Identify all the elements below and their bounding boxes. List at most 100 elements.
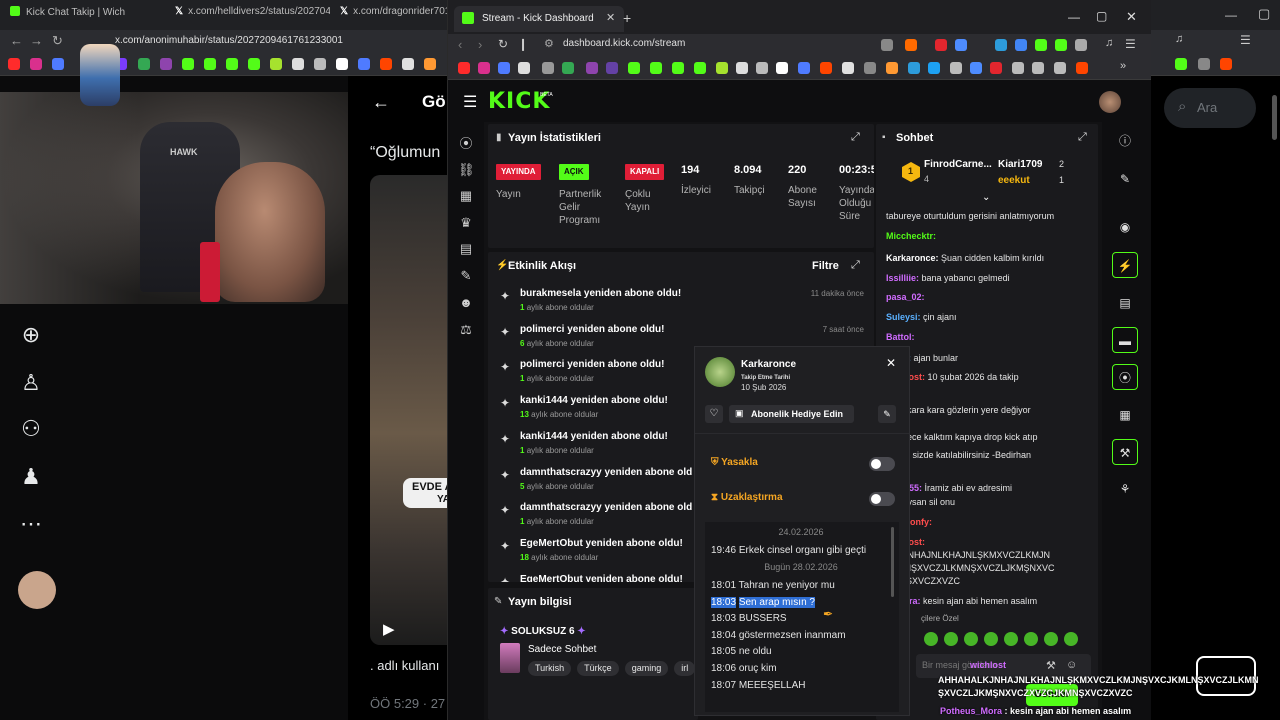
docs-bookmark-icon[interactable] (498, 62, 510, 74)
bookmark-icon[interactable] (950, 62, 962, 74)
music-icon[interactable]: ♫ (1175, 33, 1183, 45)
extension-icon[interactable] (1075, 39, 1087, 51)
add-user-icon[interactable]: ⊕ (18, 322, 44, 348)
kick-bookmark-icon[interactable] (650, 62, 662, 74)
leader-3-name[interactable]: eeekut (998, 175, 1030, 186)
ban-toggle[interactable] (869, 457, 895, 471)
bg-tab-3[interactable]: 𝕏x.com/dragonrider7010/st (340, 6, 450, 24)
gift-sub-button[interactable]: ▣ Abonelik Hediye Edin (729, 405, 854, 423)
menu-icon[interactable]: ☰ (1240, 33, 1251, 47)
kick-bookmark-icon[interactable] (226, 58, 238, 70)
flask-icon[interactable]: ♙ (18, 370, 44, 396)
emoji-icon[interactable]: ☺ (1066, 659, 1077, 671)
reload-icon[interactable]: ↻ (52, 33, 63, 49)
play-icon[interactable]: ▶ (383, 620, 395, 638)
p-bookmark-icon[interactable] (842, 62, 854, 74)
emote-icon[interactable] (1064, 632, 1078, 646)
chat-message[interactable]: Suleysi: çin ajanı (886, 311, 1096, 324)
drive-bookmark-icon[interactable] (562, 62, 574, 74)
extension-icon[interactable] (935, 39, 947, 51)
restore-button[interactable]: ▢ (1258, 6, 1270, 22)
more-icon[interactable]: ⋯ (18, 511, 44, 537)
back-icon[interactable]: ‹ (458, 37, 462, 52)
settings-bookmark-icon[interactable] (314, 58, 326, 70)
favorite-button[interactable]: ♡ (705, 405, 723, 423)
moderation-icon[interactable]: ⚖ (458, 322, 474, 338)
trophy-icon[interactable]: ♛ (458, 215, 474, 231)
feed-item[interactable]: ✦ burakmesela yeniden abone oldu! 1 aylık … (496, 286, 872, 320)
tag-turkce[interactable]: Türkçe (577, 661, 619, 676)
shortcut-icon[interactable]: ⚒ (1046, 659, 1056, 672)
p-bookmark-icon[interactable] (402, 58, 414, 70)
music-icon[interactable]: ♫ (1105, 37, 1113, 49)
forward-icon[interactable]: › (478, 37, 482, 52)
layout-icon[interactable]: ▦ (1112, 402, 1138, 428)
chat-username[interactable]: Karkaronce: (886, 253, 939, 263)
chat-message[interactable]: Battol: (886, 331, 1096, 344)
tag-gaming[interactable]: gaming (624, 661, 669, 676)
bg-url[interactable]: x.com/anonimuhabir/status/20272094617612… (115, 35, 343, 46)
kick-bookmark-icon[interactable] (1175, 58, 1187, 70)
chat-message[interactable]: 0G33: ajan bunlar (886, 352, 1096, 365)
kick-url[interactable]: dashboard.kick.com/stream (563, 38, 685, 49)
avatar[interactable] (18, 571, 56, 609)
bookmark-icon[interactable] (990, 62, 1002, 74)
bookmark-icon[interactable] (798, 62, 810, 74)
instagram-bookmark-icon[interactable] (30, 58, 42, 70)
minimize-button[interactable]: — (1068, 10, 1080, 24)
twitch-bookmark-icon[interactable] (606, 62, 618, 74)
kick-bookmark-icon[interactable] (628, 62, 640, 74)
twitch-bookmark-icon[interactable] (586, 62, 598, 74)
chat-message[interactable]: KMLNŞXVCZJLKMNŞXVCZLJKMŞNXVC (886, 562, 1096, 575)
emote-icon[interactable] (1024, 632, 1038, 646)
extension-bookmark-icon[interactable] (270, 58, 282, 70)
edit-icon[interactable]: ✎ (1112, 166, 1138, 192)
extension-icon[interactable] (1055, 39, 1067, 51)
kick-bookmark-icon[interactable] (182, 58, 194, 70)
user-avatar[interactable] (1099, 91, 1121, 113)
more-bookmarks-icon[interactable]: » (1120, 60, 1126, 72)
chat-username[interactable]: pasa_02: (886, 292, 925, 302)
drive-bookmark-icon[interactable] (138, 58, 150, 70)
back-icon[interactable]: ← (10, 33, 23, 48)
bookmark-icon[interactable] (1076, 62, 1088, 74)
chat-username[interactable]: Issilliie: (886, 273, 919, 283)
bookmark-icon[interactable] (886, 62, 898, 74)
category-thumbnail[interactable] (500, 643, 520, 673)
close-tab-icon[interactable]: ✕ (606, 11, 615, 24)
kick-tab[interactable]: Stream - Kick Dashboard ✕ (454, 6, 624, 32)
bookmark-icon[interactable] (928, 62, 940, 74)
menu-icon[interactable]: ☰ (1125, 37, 1136, 51)
communities-icon[interactable]: ⚇ (18, 416, 44, 442)
chat-message[interactable]: Karkaronce: Şuan cidden kalbim kırıldı (886, 252, 1096, 265)
tweet-video[interactable] (370, 175, 448, 645)
maximize-button[interactable]: ▢ (1096, 9, 1107, 23)
chat-message[interactable]: Carlo55: İramiz abi ev adresimi (886, 482, 1096, 495)
forward-icon[interactable]: → (30, 33, 43, 48)
link-icon[interactable]: ⛓ (458, 162, 475, 178)
leader-2-name[interactable]: Kiari1709 (998, 159, 1042, 170)
extension-icon[interactable] (995, 39, 1007, 51)
bg-tab-2[interactable]: 𝕏x.com/helldivers2/status/202704425 (175, 6, 330, 24)
emote-icon[interactable] (984, 632, 998, 646)
chat-message[interactable]: wichlost: (886, 536, 1096, 549)
extension-icon[interactable] (1015, 39, 1027, 51)
mute-button[interactable]: ✎ (878, 405, 896, 423)
search-box[interactable]: ⌕ Ara (1164, 88, 1256, 128)
emote-icon[interactable] (924, 632, 938, 646)
bookmark-icon[interactable] (1198, 58, 1210, 70)
popout-icon[interactable]: ⤢ (851, 259, 860, 272)
brave-icon[interactable] (905, 39, 917, 51)
new-tab-icon[interactable]: + (623, 10, 631, 26)
share-icon[interactable] (881, 39, 893, 51)
page-scrollbar[interactable] (1272, 95, 1277, 140)
analytics-icon[interactable]: ▦ (458, 188, 474, 204)
anchor-bookmark-icon[interactable] (736, 62, 748, 74)
camera-icon[interactable]: ◉ (1112, 214, 1138, 240)
docs-bookmark-icon[interactable] (52, 58, 64, 70)
reddit-bookmark-icon[interactable] (820, 62, 832, 74)
timeout-toggle[interactable] (869, 492, 895, 506)
bookmark-icon[interactable] (864, 62, 876, 74)
minimize-button[interactable]: — (1225, 8, 1237, 22)
close-window-button[interactable]: ✕ (1126, 9, 1137, 25)
